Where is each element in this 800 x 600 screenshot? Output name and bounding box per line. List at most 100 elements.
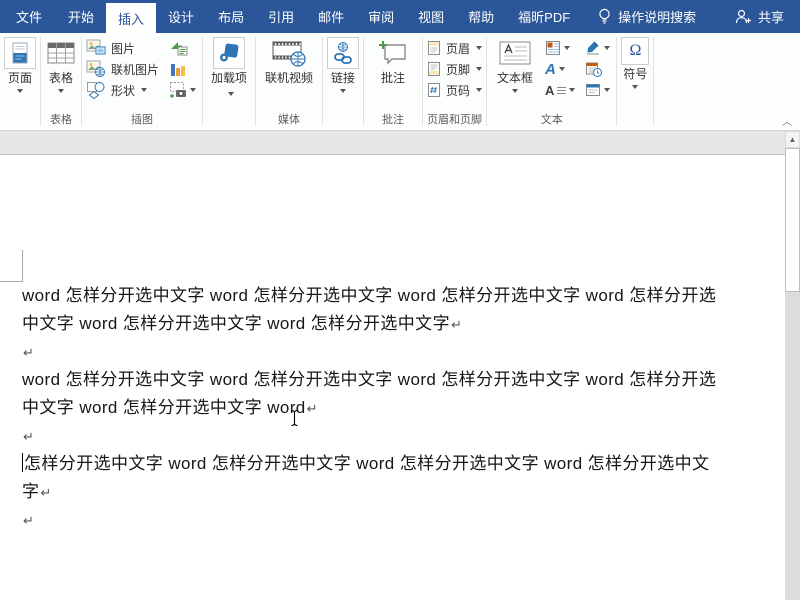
shapes-button[interactable]: 形状 <box>86 80 159 100</box>
tab-home[interactable]: 开始 <box>56 0 106 33</box>
wordart-icon: A <box>545 60 556 78</box>
quick-parts-button[interactable] <box>543 38 577 58</box>
quick-parts-icon <box>545 40 561 56</box>
tell-me-search[interactable]: 操作说明搜索 <box>598 0 696 33</box>
page-number-button[interactable]: 页码 <box>427 80 483 100</box>
pages-label: 页面 <box>7 71 32 85</box>
textbox-icon <box>497 37 533 69</box>
illustrations-group-label: 插图 <box>131 114 153 126</box>
chart-button[interactable] <box>167 59 198 79</box>
signature-line-button[interactable] <box>583 38 612 58</box>
drop-cap-button[interactable]: A <box>543 80 577 100</box>
tell-me-label: 操作说明搜索 <box>618 10 697 25</box>
symbol-button[interactable]: Ω 符号 <box>621 36 650 89</box>
ibeam-mouse-cursor <box>289 409 300 427</box>
document-line[interactable]: 中文字 word 怎样分开选中文字 word 怎样分开选中文字↵ <box>22 310 770 338</box>
online-video-label: 联机视频 <box>265 71 314 85</box>
text-insertion-caret <box>22 453 23 472</box>
symbol-label: 符号 <box>623 67 648 81</box>
online-video-button[interactable]: 联机视频 <box>260 36 318 85</box>
scroll-up-button[interactable]: ▲ <box>785 131 800 148</box>
tab-help[interactable]: 帮助 <box>456 0 506 33</box>
smartart-icon <box>169 39 189 57</box>
tab-foxit-pdf[interactable]: 福昕PDF <box>506 0 582 33</box>
tab-references[interactable]: 引用 <box>256 0 306 33</box>
omega-icon: Ω <box>621 37 650 65</box>
ribbon-group-pages: 页面 <box>0 33 40 130</box>
collapse-ribbon-icon[interactable]: ︿ <box>782 118 792 128</box>
margin-crop-mark <box>0 281 23 282</box>
comment-button[interactable]: 批注 <box>368 36 418 85</box>
footer-button[interactable]: 页脚 <box>427 59 483 79</box>
paragraph-mark: ↵ <box>23 345 35 360</box>
paragraph-mark: ↵ <box>40 485 52 500</box>
link-icon <box>327 37 360 69</box>
header-button[interactable]: 页眉 <box>427 38 483 58</box>
addins-icon <box>213 37 246 69</box>
tab-file[interactable]: 文件 <box>2 0 56 33</box>
dropdown-arrow-icon <box>476 88 483 92</box>
paragraph-mark: ↵ <box>23 513 35 528</box>
object-button[interactable] <box>583 80 612 100</box>
pages-icon <box>4 37 36 69</box>
picture-icon <box>86 39 106 57</box>
ribbon-tab-bar: 文件 开始 插入 设计 布局 引用 邮件 审阅 视图 帮助 福昕PDF 操作说明… <box>0 0 800 33</box>
document-line[interactable]: 字↵ <box>22 478 770 506</box>
link-button[interactable]: 链接 <box>327 36 360 93</box>
scrollbar-thumb[interactable] <box>785 148 800 292</box>
shapes-icon <box>86 81 106 99</box>
dropdown-arrow-icon <box>476 67 483 71</box>
media-group-label: 媒体 <box>278 114 301 126</box>
dropdown-arrow-icon <box>227 92 234 96</box>
document-line[interactable]: word 怎样分开选中文字 word 怎样分开选中文字 word 怎样分开选中文… <box>22 282 770 310</box>
date-time-icon <box>585 61 603 77</box>
share-button[interactable]: 共享 <box>719 0 800 33</box>
page-top-gap <box>0 131 800 155</box>
pictures-label: 图片 <box>111 41 136 56</box>
document-line[interactable]: ↵ <box>22 338 770 366</box>
online-video-icon <box>270 37 308 69</box>
wordart-button[interactable]: A <box>543 59 577 79</box>
vertical-scrollbar[interactable]: ▲ <box>785 131 800 600</box>
tab-mailings[interactable]: 邮件 <box>306 0 356 33</box>
online-pictures-button[interactable]: 联机图片 <box>86 59 159 79</box>
screenshot-icon <box>169 81 187 99</box>
dropdown-arrow-icon <box>632 85 639 89</box>
tab-layout[interactable]: 布局 <box>206 0 256 33</box>
document-line[interactable]: 中文字 word 怎样分开选中文字 word↵ <box>22 394 770 422</box>
tab-design[interactable]: 设计 <box>156 0 206 33</box>
drop-cap-lines <box>557 86 567 94</box>
ribbon: 页面 表格 表格 图片 联机图片 形状 插图 加载项 联机视频 媒体 链接 批注… <box>0 33 800 131</box>
document-line[interactable]: ↵ <box>22 422 770 450</box>
ribbon-group-tables: 表格 表格 <box>41 33 81 130</box>
shapes-label: 形状 <box>111 83 136 98</box>
addins-button[interactable]: 加载项 <box>207 36 251 99</box>
share-label: 共享 <box>757 10 784 25</box>
tab-view[interactable]: 视图 <box>406 0 456 33</box>
document-line[interactable]: ↵ <box>22 506 770 534</box>
screenshot-button[interactable] <box>167 80 198 100</box>
dropdown-arrow-icon <box>564 46 571 50</box>
dropdown-arrow-icon <box>190 88 197 92</box>
table-icon <box>45 37 77 69</box>
dropdown-arrow-icon <box>58 89 64 93</box>
document-line[interactable]: word 怎样分开选中文字 word 怎样分开选中文字 word 怎样分开选中文… <box>22 366 770 394</box>
document-line[interactable]: 怎样分开选中文字 word 怎样分开选中文字 word 怎样分开选中文字 wor… <box>22 450 770 478</box>
text-group-label: 文本 <box>540 114 563 126</box>
tab-insert[interactable]: 插入 <box>106 3 157 33</box>
tables-group-label: 表格 <box>50 114 72 126</box>
pictures-button[interactable]: 图片 <box>86 38 159 58</box>
addins-label: 加载项 <box>211 71 247 99</box>
pages-button[interactable]: 页面 <box>4 36 36 93</box>
ribbon-group-header-footer: 页眉 页脚 页码 页眉和页脚 <box>423 33 486 130</box>
textbox-button[interactable]: 文本框 <box>491 36 539 93</box>
tab-review[interactable]: 审阅 <box>356 0 406 33</box>
header-footer-group-label: 页眉和页脚 <box>427 114 483 126</box>
page-number-icon <box>427 82 441 98</box>
table-button[interactable]: 表格 <box>45 36 77 93</box>
textbox-label: 文本框 <box>497 71 534 85</box>
date-time-button[interactable] <box>583 59 612 79</box>
ribbon-group-links: 链接 <box>323 33 363 130</box>
smartart-button[interactable] <box>167 38 198 58</box>
ribbon-group-media: 联机视频 媒体 <box>256 33 322 130</box>
